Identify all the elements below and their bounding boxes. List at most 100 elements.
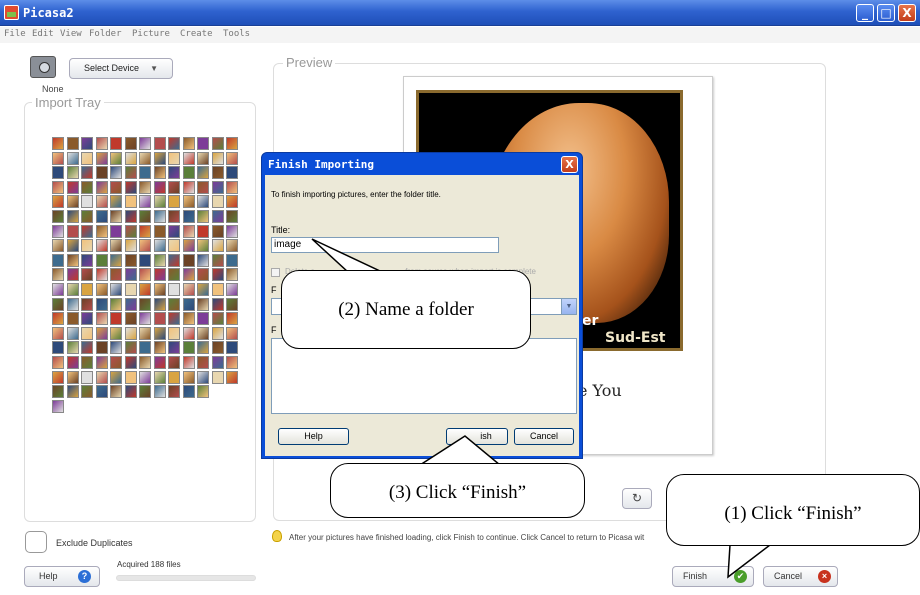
thumbnail[interactable] bbox=[110, 253, 122, 267]
thumbnail[interactable] bbox=[153, 297, 166, 311]
thumbnail[interactable] bbox=[182, 385, 195, 399]
thumbnail[interactable] bbox=[66, 385, 79, 399]
thumbnail[interactable] bbox=[153, 224, 166, 238]
thumbnail[interactable] bbox=[81, 341, 93, 355]
thumbnail[interactable] bbox=[124, 224, 137, 238]
thumbnail[interactable] bbox=[66, 151, 79, 165]
thumbnail[interactable] bbox=[110, 312, 122, 326]
thumbnail[interactable] bbox=[153, 166, 166, 180]
thumbnail[interactable] bbox=[168, 326, 180, 340]
thumbnail[interactable] bbox=[182, 253, 195, 267]
thumbnail[interactable] bbox=[110, 151, 122, 165]
thumbnail[interactable] bbox=[182, 283, 195, 296]
thumbnail[interactable] bbox=[182, 341, 195, 355]
dialog-finish-button[interactable]: ish bbox=[446, 428, 508, 445]
thumbnail[interactable] bbox=[124, 195, 137, 209]
thumbnail[interactable] bbox=[182, 180, 195, 194]
thumbnail[interactable] bbox=[182, 210, 195, 223]
thumbnail[interactable] bbox=[52, 283, 64, 296]
thumbnail[interactable] bbox=[226, 283, 238, 296]
thumbnail[interactable] bbox=[110, 370, 122, 384]
thumbnail[interactable] bbox=[182, 326, 195, 340]
thumbnail[interactable] bbox=[124, 268, 137, 282]
thumbnail[interactable] bbox=[81, 268, 93, 282]
thumbnail[interactable] bbox=[211, 224, 224, 238]
thumbnail[interactable] bbox=[110, 239, 122, 253]
thumbnail[interactable] bbox=[66, 283, 79, 296]
thumbnail[interactable] bbox=[66, 370, 79, 384]
thumbnail[interactable] bbox=[211, 166, 224, 180]
thumbnail[interactable] bbox=[139, 137, 151, 150]
thumbnail[interactable] bbox=[226, 166, 238, 180]
thumbnail[interactable] bbox=[197, 151, 209, 165]
thumbnail[interactable] bbox=[66, 253, 79, 267]
thumbnail[interactable] bbox=[182, 297, 195, 311]
thumbnail[interactable] bbox=[182, 312, 195, 326]
thumbnail[interactable] bbox=[124, 341, 137, 355]
thumbnail[interactable] bbox=[52, 180, 64, 194]
thumbnail[interactable] bbox=[197, 268, 209, 282]
thumbnail[interactable] bbox=[182, 166, 195, 180]
thumbnail[interactable] bbox=[168, 210, 180, 223]
thumbnail[interactable] bbox=[95, 239, 108, 253]
thumbnail[interactable] bbox=[52, 356, 64, 369]
thumbnail[interactable] bbox=[211, 137, 224, 150]
minimize-button[interactable]: _ bbox=[856, 4, 874, 22]
thumbnail[interactable] bbox=[81, 239, 93, 253]
thumbnail[interactable] bbox=[81, 253, 93, 267]
thumbnail[interactable] bbox=[95, 326, 108, 340]
thumbnail[interactable] bbox=[81, 326, 93, 340]
thumbnail[interactable] bbox=[168, 195, 180, 209]
thumbnail[interactable] bbox=[153, 370, 166, 384]
thumbnail[interactable] bbox=[124, 370, 137, 384]
finish-button[interactable]: Finish ✔ bbox=[672, 566, 754, 587]
thumbnail[interactable] bbox=[211, 195, 224, 209]
thumbnail[interactable] bbox=[95, 166, 108, 180]
thumbnail[interactable] bbox=[168, 341, 180, 355]
thumbnail[interactable] bbox=[182, 239, 195, 253]
thumbnail[interactable] bbox=[197, 297, 209, 311]
thumbnail[interactable] bbox=[168, 268, 180, 282]
menu-create[interactable]: Create bbox=[180, 29, 213, 39]
thumbnail[interactable] bbox=[66, 268, 79, 282]
thumbnail[interactable] bbox=[182, 195, 195, 209]
thumbnail[interactable] bbox=[52, 268, 64, 282]
thumbnail[interactable] bbox=[81, 224, 93, 238]
thumbnail[interactable] bbox=[110, 283, 122, 296]
thumbnail[interactable] bbox=[168, 151, 180, 165]
thumbnail[interactable] bbox=[110, 195, 122, 209]
thumbnail[interactable] bbox=[139, 312, 151, 326]
thumbnail[interactable] bbox=[139, 283, 151, 296]
thumbnail[interactable] bbox=[139, 180, 151, 194]
thumbnail[interactable] bbox=[81, 195, 93, 209]
close-button[interactable]: X bbox=[898, 4, 916, 22]
thumbnail[interactable] bbox=[197, 341, 209, 355]
thumbnail[interactable] bbox=[110, 297, 122, 311]
thumbnail[interactable] bbox=[95, 195, 108, 209]
thumbnail[interactable] bbox=[153, 268, 166, 282]
thumbnail[interactable] bbox=[124, 180, 137, 194]
thumbnail[interactable] bbox=[95, 356, 108, 369]
thumbnail[interactable] bbox=[197, 283, 209, 296]
thumbnail[interactable] bbox=[226, 239, 238, 253]
thumbnail[interactable] bbox=[153, 180, 166, 194]
thumbnail[interactable] bbox=[139, 195, 151, 209]
thumbnail[interactable] bbox=[197, 253, 209, 267]
dialog-close-button[interactable]: X bbox=[561, 156, 578, 173]
thumbnail[interactable] bbox=[168, 356, 180, 369]
thumbnail[interactable] bbox=[124, 312, 137, 326]
thumbnail[interactable] bbox=[81, 312, 93, 326]
thumbnail[interactable] bbox=[95, 341, 108, 355]
thumbnail[interactable] bbox=[168, 224, 180, 238]
thumbnail[interactable] bbox=[95, 253, 108, 267]
thumbnail[interactable] bbox=[211, 268, 224, 282]
thumbnail[interactable] bbox=[81, 385, 93, 399]
thumbnail[interactable] bbox=[226, 268, 238, 282]
thumbnail[interactable] bbox=[153, 195, 166, 209]
thumbnail[interactable] bbox=[211, 312, 224, 326]
thumbnail[interactable] bbox=[66, 224, 79, 238]
thumbnail[interactable] bbox=[168, 283, 180, 296]
thumbnail[interactable] bbox=[139, 385, 151, 399]
thumbnail[interactable] bbox=[124, 356, 137, 369]
thumbnail[interactable] bbox=[66, 137, 79, 150]
